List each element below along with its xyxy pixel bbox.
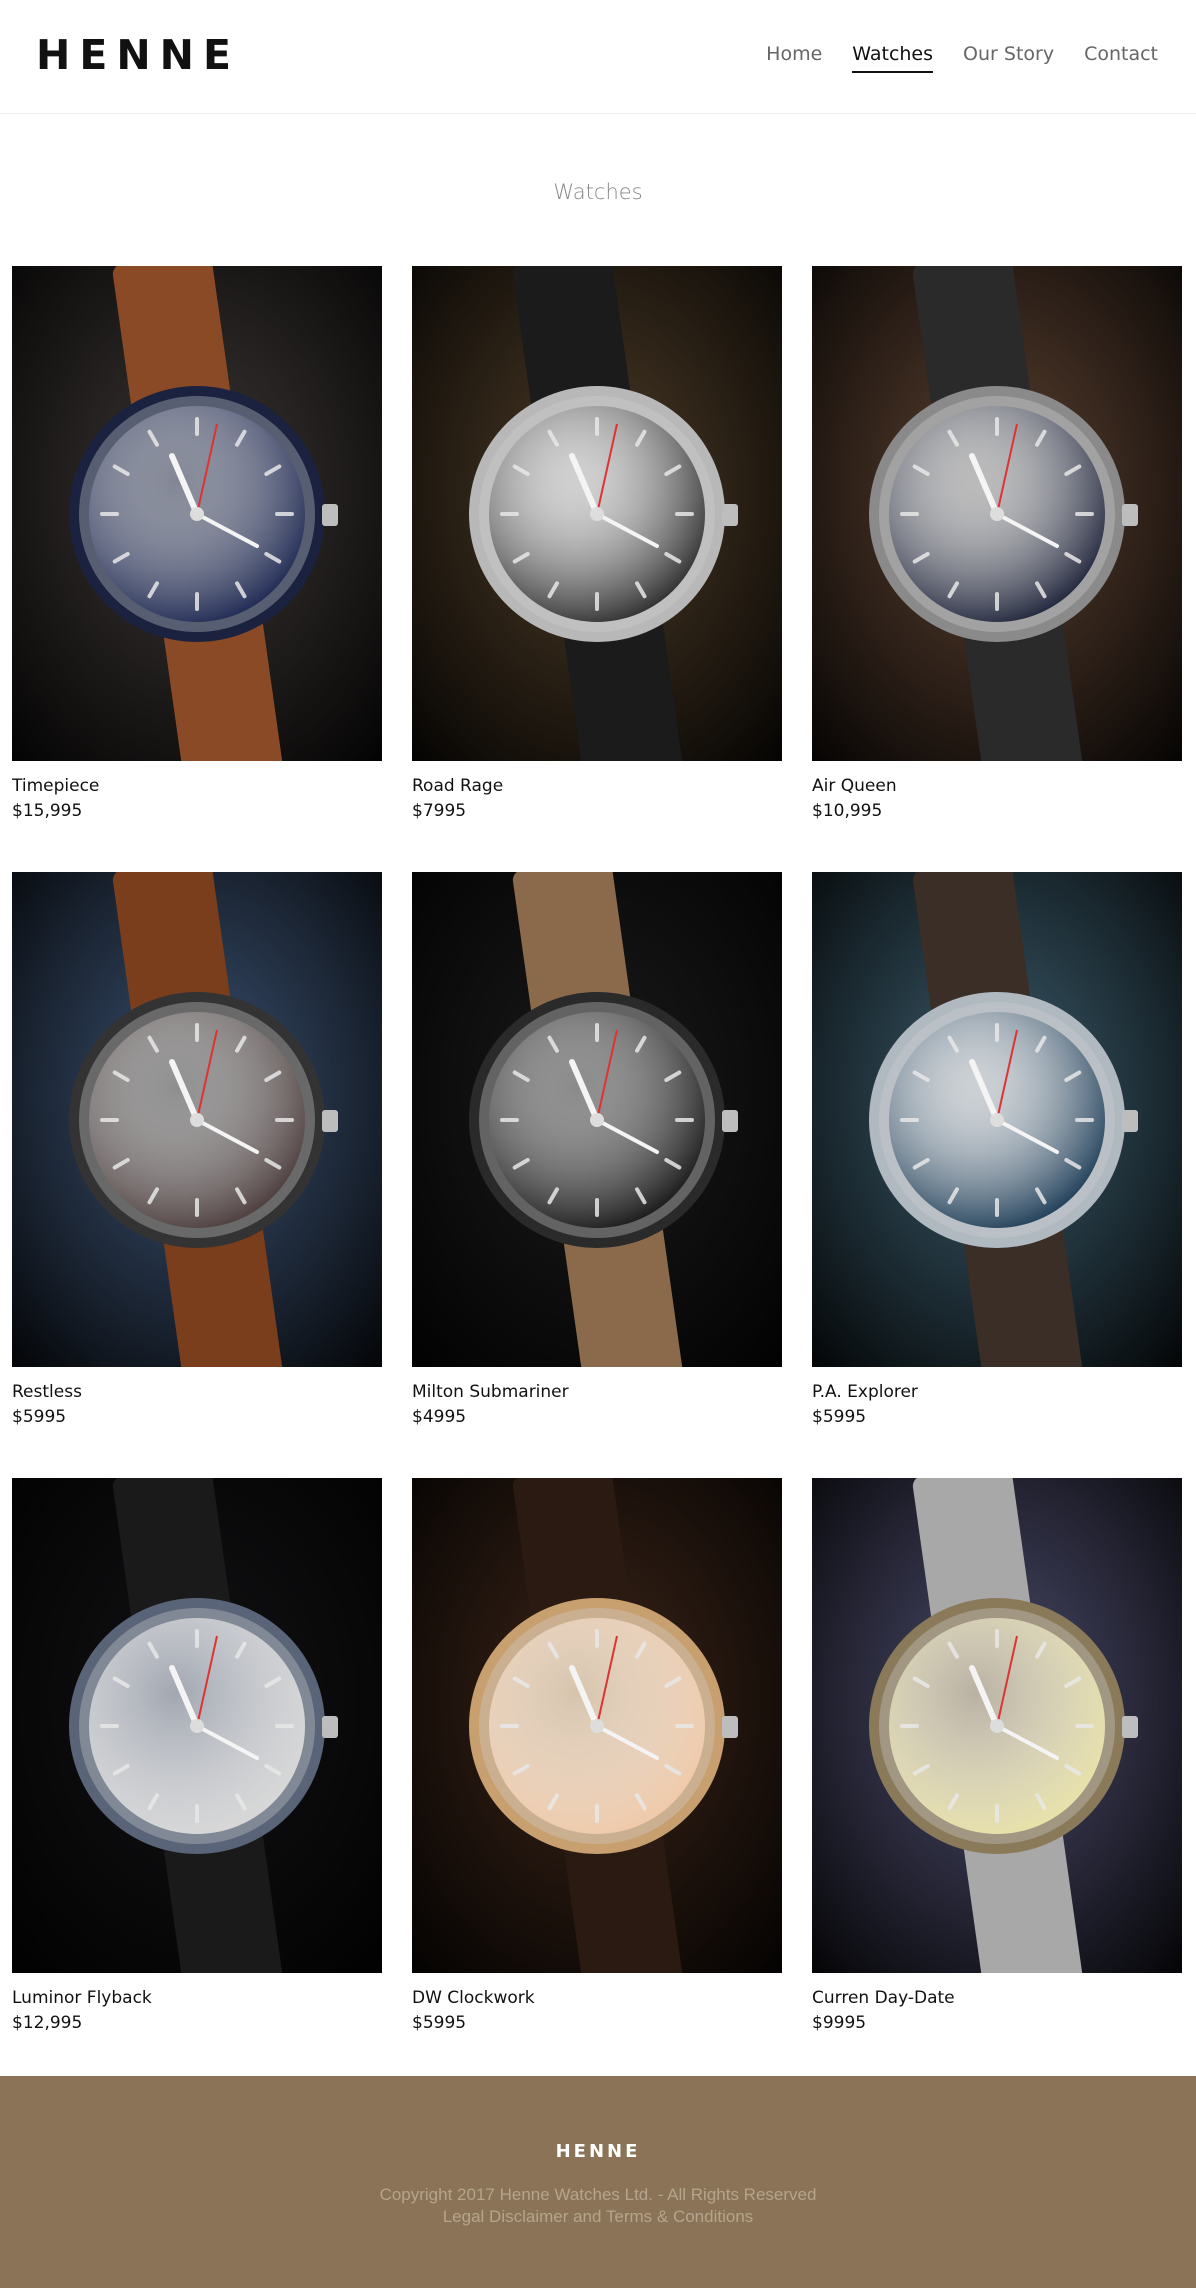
watch-illustration	[812, 1478, 1182, 1973]
footer-copyright: Copyright 2017 Henne Watches Ltd. - All …	[379, 2185, 817, 2204]
main-nav: Home Watches Our Story Contact	[766, 40, 1158, 73]
watch-illustration	[412, 872, 782, 1367]
watch-photo[interactable]	[412, 1478, 782, 1973]
product-price: $5995	[12, 1407, 67, 1427]
product-card[interactable]: P.A. Explorer $5995	[812, 872, 1182, 1430]
nav-item-home[interactable]: Home	[766, 40, 822, 73]
product-name[interactable]: Air Queen	[812, 774, 1182, 799]
product-card[interactable]: Luminor Flyback $12,995	[12, 1478, 382, 2036]
product-card[interactable]: Road Rage $7995	[412, 266, 782, 824]
product-price: $10,995	[812, 801, 883, 821]
product-name[interactable]: Restless	[12, 1380, 382, 1405]
watch-illustration	[812, 266, 1182, 761]
product-price: $9995	[812, 2013, 867, 2033]
page-title: Watches	[553, 180, 643, 204]
watch-photo[interactable]	[12, 1478, 382, 1973]
product-name[interactable]: Milton Submariner	[412, 1380, 782, 1405]
product-price: $5995	[412, 2013, 467, 2033]
watch-illustration	[12, 872, 382, 1367]
product-price: $12,995	[12, 2013, 83, 2033]
product-name[interactable]: DW Clockwork	[412, 1986, 782, 2011]
nav-item-our-story[interactable]: Our Story	[963, 40, 1054, 73]
watch-photo[interactable]	[812, 872, 1182, 1367]
product-card[interactable]: Timepiece $15,995	[12, 266, 382, 824]
product-name[interactable]: Curren Day-Date	[812, 1986, 1182, 2011]
site-header: HENNE Home Watches Our Story Contact	[0, 0, 1196, 114]
product-card[interactable]: Air Queen $10,995	[812, 266, 1182, 824]
watch-photo[interactable]	[412, 872, 782, 1367]
product-card[interactable]: Curren Day-Date $9995	[812, 1478, 1182, 2036]
footer-legal-link[interactable]: Legal Disclaimer and Terms & Conditions	[0, 2206, 1196, 2228]
watch-illustration	[412, 1478, 782, 1973]
watch-photo[interactable]	[12, 872, 382, 1367]
product-name[interactable]: P.A. Explorer	[812, 1380, 1182, 1405]
product-card[interactable]: Milton Submariner $4995	[412, 872, 782, 1430]
watch-illustration	[812, 872, 1182, 1367]
watch-photo[interactable]	[12, 266, 382, 761]
nav-item-contact[interactable]: Contact	[1084, 40, 1158, 73]
product-price: $5995	[812, 1407, 867, 1427]
nav-item-watches[interactable]: Watches	[852, 40, 934, 73]
product-price: $4995	[412, 1407, 467, 1427]
watch-photo[interactable]	[812, 1478, 1182, 1973]
watch-illustration	[12, 1478, 382, 1973]
product-price: $15,995	[12, 801, 83, 821]
site-footer: HENNE Copyright 2017 Henne Watches Ltd. …	[0, 2076, 1196, 2288]
footer-logo[interactable]: HENNE	[0, 2141, 1196, 2162]
watch-illustration	[412, 266, 782, 761]
watch-photo[interactable]	[412, 266, 782, 761]
watch-illustration	[12, 266, 382, 761]
product-grid: Timepiece $15,995 Road Rage $7995 Air Qu…	[12, 266, 1182, 2036]
product-card[interactable]: DW Clockwork $5995	[412, 1478, 782, 2036]
product-name[interactable]: Timepiece	[12, 774, 382, 799]
product-price: $7995	[412, 801, 467, 821]
product-name[interactable]: Luminor Flyback	[12, 1986, 382, 2011]
product-card[interactable]: Restless $5995	[12, 872, 382, 1430]
watch-photo[interactable]	[812, 266, 1182, 761]
brand-logo[interactable]: HENNE	[36, 30, 240, 80]
product-name[interactable]: Road Rage	[412, 774, 782, 799]
